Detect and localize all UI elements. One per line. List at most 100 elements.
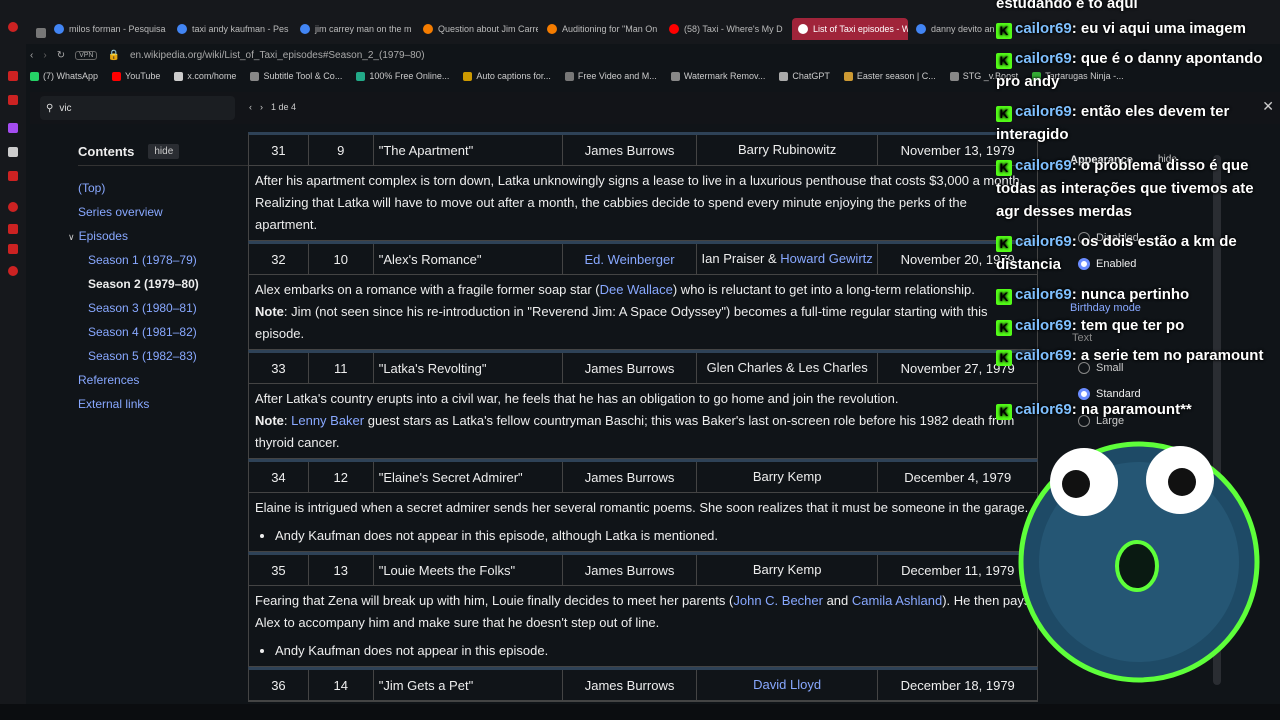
toc-item[interactable]: ∨ Episodes [68, 224, 248, 248]
bookmark-item[interactable]: (7) WhatsApp [30, 68, 98, 84]
toc-item[interactable]: Series overview [78, 200, 248, 224]
tab-title: danny devito an [931, 24, 995, 34]
bookmark-icon [112, 71, 122, 81]
writer-link[interactable]: Howard Gewirtz [780, 251, 872, 266]
note-text: : Jim (not seen since his re-introductio… [255, 304, 988, 341]
find-prev-icon[interactable]: ‹ [249, 102, 252, 112]
bookmark-item[interactable]: YouTube [112, 68, 160, 84]
bookmark-item[interactable]: x.com/home [174, 68, 236, 84]
lock-icon: 🔒 [107, 49, 120, 61]
episode-director: James Burrows [563, 462, 697, 492]
forward-icon[interactable]: › [43, 50, 46, 61]
bookmark-icon [30, 71, 39, 81]
address-bar[interactable]: ‹ › ↻ VPN 🔒 en.wikipedia.org/wiki/List_o… [30, 46, 1030, 64]
chat-message: Kcailor69: nunca pertinho [996, 283, 1280, 306]
chat-username: cailor69 [1015, 401, 1072, 418]
toc-item[interactable]: Season 2 (1979–80) [78, 272, 248, 296]
episode-row: 35 13 "Louie Meets the Folks" James Burrows… [249, 555, 1037, 586]
note-link[interactable]: Lenny Baker [291, 413, 364, 428]
history-icon[interactable] [8, 202, 18, 212]
browser-tab[interactable]: taxi andy kaufman - Pes [177, 18, 292, 40]
chat-username: cailor69 [1015, 233, 1072, 250]
episode-director[interactable]: Ed. Weinberger [563, 244, 697, 274]
back-icon[interactable]: ‹ [30, 50, 33, 61]
toc-item-label: Season 1 (1978–79) [88, 253, 197, 267]
x-icon[interactable] [8, 147, 18, 157]
browser-tab[interactable]: Auditioning for "Man On [547, 18, 662, 40]
toc-item[interactable]: (Top) [78, 176, 248, 200]
chat-username: cailor69 [1015, 50, 1072, 67]
tab-favicon-icon [916, 24, 926, 34]
find-query[interactable]: vic [59, 103, 71, 114]
bookmark-label: Free Video and M... [577, 71, 657, 81]
reload-icon[interactable]: ↻ [57, 50, 65, 61]
chat-message: Kcailor69: tem que ter po [996, 314, 1280, 337]
browser-tab[interactable]: Question about Jim Carre [423, 18, 538, 40]
bookmark-item[interactable]: Subtitle Tool & Co... [250, 68, 342, 84]
bookmark-item[interactable]: Free Video and M... [564, 68, 657, 84]
chat-message: Kcailor69: na paramount** [996, 398, 1280, 421]
writer-name: Barry Kemp [752, 562, 822, 577]
synopsis-link[interactable]: Camila Ashland [852, 593, 942, 608]
url-text[interactable]: en.wikipedia.org/wiki/List_of_Taxi_episo… [130, 50, 425, 61]
tab-favicon-icon [54, 24, 64, 34]
chat-message: Kcailor69: o problema disso é que todas … [996, 157, 1254, 220]
toc-item[interactable]: Season 3 (1980–81) [78, 296, 248, 320]
synopsis-link[interactable]: John C. Becher [733, 593, 823, 608]
bookmark-label: Subtitle Tool & Co... [263, 71, 343, 81]
toc-item[interactable]: External links [78, 392, 248, 416]
toc-item-label: (Top) [78, 181, 106, 195]
toc-item[interactable]: Season 5 (1982–83) [78, 344, 248, 368]
synopsis-link[interactable]: Dee Wallace [600, 282, 673, 297]
toc-item[interactable]: Season 1 (1978–79) [78, 248, 248, 272]
toc-item[interactable]: Season 4 (1981–82) [78, 320, 248, 344]
browser-tab[interactable]: List of Taxi episodes - Wi [792, 18, 908, 40]
settings-icon[interactable] [8, 266, 18, 276]
chevron-down-icon[interactable]: ∨ [68, 232, 75, 242]
tab-favicon-icon [798, 24, 808, 34]
episode-title: "Alex's Romance" [374, 244, 564, 274]
kick-badge-icon: K [996, 236, 1012, 252]
vpn-badge[interactable]: VPN [75, 50, 98, 60]
bookmark-item[interactable]: Auto captions for... [463, 68, 551, 84]
bookmark-item[interactable]: 100% Free Online... [356, 68, 449, 84]
bookmark-icon [564, 71, 574, 81]
episode-entry: 34 12 "Elaine's Secret Admirer" James Burro… [248, 459, 1038, 552]
chat-message: Kcailor69: então eles devem ter interagi… [996, 103, 1230, 143]
toc-hide-button[interactable]: hide [148, 144, 180, 159]
bookmark-item[interactable]: Watermark Remov... [670, 68, 765, 84]
bookmark-icon[interactable] [8, 224, 18, 234]
toc-item-label: External links [78, 397, 150, 411]
music-icon[interactable] [8, 171, 18, 181]
kick-badge-icon: K [996, 23, 1012, 39]
synopsis-bullet: Andy Kaufman does not appear in this epi… [275, 640, 1031, 662]
tab-overview-icon[interactable] [36, 22, 50, 44]
find-input[interactable]: ⚲ vic [40, 96, 235, 120]
find-next-icon[interactable]: › [260, 102, 263, 112]
bookmark-label: Easter season | C... [856, 71, 936, 81]
opera-logo-icon[interactable] [8, 22, 18, 32]
writer-name[interactable]: David Lloyd [753, 674, 821, 696]
messenger-icon[interactable] [8, 71, 18, 81]
browser-tab[interactable]: milos forman - Pesquisa [54, 18, 169, 40]
bookmark-item[interactable]: ChatGPT [779, 68, 830, 84]
bookmark-item[interactable]: Easter season | C... [843, 68, 936, 84]
chat-text: tem que ter po [1080, 317, 1185, 334]
episode-writer: Barry Kemp [697, 462, 879, 492]
browser-tab[interactable]: jim carrey man on the m [300, 18, 415, 40]
browser-tab[interactable]: (58) Taxi - Where's My D [669, 18, 784, 40]
season-episode-number: 11 [309, 353, 374, 383]
extension-icon[interactable] [8, 244, 18, 254]
synopsis-text: and [822, 593, 852, 608]
chat-text: eu vi aqui uma imagem [1080, 20, 1246, 37]
toc-item[interactable]: References [78, 368, 248, 392]
episode-number: 35 [249, 555, 309, 585]
tab-title: Auditioning for "Man On [562, 24, 658, 34]
synopsis-bullet: Andy Kaufman does not appear in this epi… [275, 525, 1031, 547]
episode-row: 31 9 "The Apartment" James Burrows Barry Rub… [249, 135, 1037, 166]
twitch-icon[interactable] [8, 123, 18, 133]
telegram-icon[interactable] [8, 95, 18, 105]
synopsis-text: Fearing that Zena will break up with him… [255, 593, 734, 608]
episode-number: 32 [249, 244, 309, 274]
episode-row: 32 10 "Alex's Romance" Ed. Weinberger Ian Pr… [249, 244, 1037, 275]
